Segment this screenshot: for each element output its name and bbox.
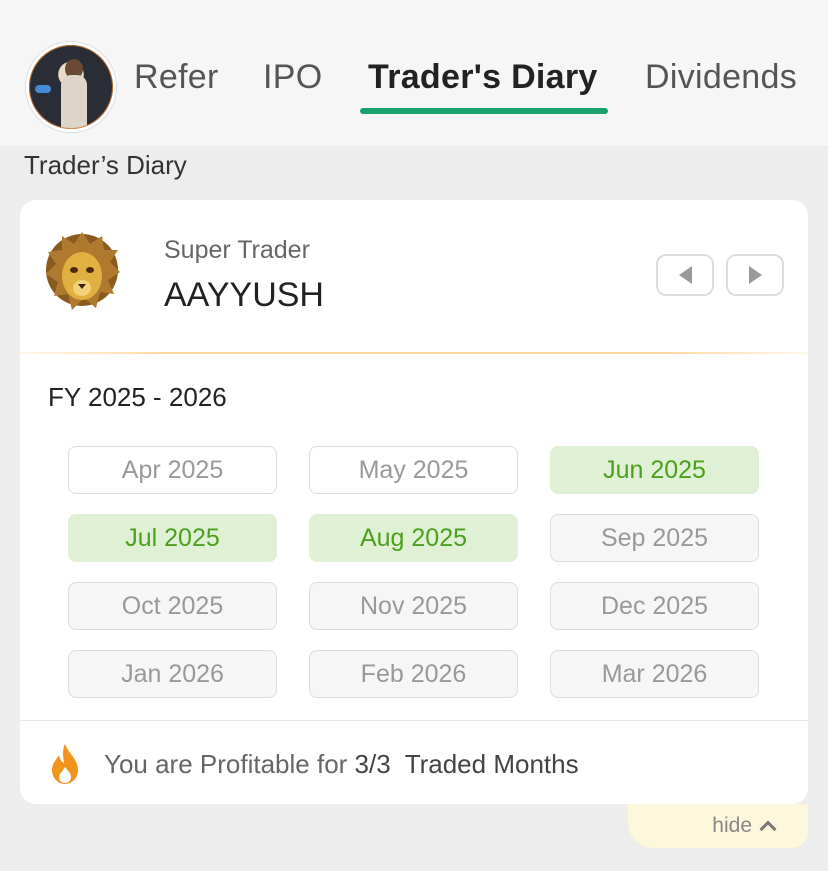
month-feb-2026[interactable]: Feb 2026 [309, 650, 518, 698]
summary-suffix: Traded Months [404, 749, 579, 779]
month-jan-2026[interactable]: Jan 2026 [68, 650, 277, 698]
fiscal-year-label: FY 2025 - 2026 [48, 382, 227, 412]
month-jun-2025[interactable]: Jun 2025 [550, 446, 759, 494]
active-tab-indicator [360, 108, 608, 114]
summary-count: 3/3 [354, 749, 391, 779]
next-arrow-icon [748, 266, 762, 284]
tab-traders-diary[interactable]: Trader's Diary [368, 58, 598, 97]
month-jul-2025[interactable]: Jul 2025 [68, 514, 277, 562]
section-title: Trader’s Diary [24, 150, 187, 180]
chevron-up-icon [759, 820, 777, 838]
prev-arrow-icon [678, 266, 692, 284]
tab-refer[interactable]: Refer [134, 58, 219, 97]
month-aug-2025[interactable]: Aug 2025 [309, 514, 518, 562]
profit-summary: You are Profitable for 3/3 Traded Months [104, 749, 579, 780]
hide-button[interactable]: hide [628, 804, 808, 848]
trader-name: AAYYUSH [164, 276, 324, 314]
month-apr-2025[interactable]: Apr 2025 [68, 446, 277, 494]
prev-button[interactable] [656, 254, 714, 296]
lion-icon [46, 232, 120, 310]
top-nav: Refer IPO Trader's Diary Dividends [0, 0, 828, 146]
month-dec-2025[interactable]: Dec 2025 [550, 582, 759, 630]
divider [20, 720, 808, 721]
month-mar-2026[interactable]: Mar 2026 [550, 650, 759, 698]
avatar[interactable] [26, 42, 116, 132]
divider [20, 352, 808, 354]
flame-icon [52, 744, 78, 784]
traders-diary-card: Super Trader AAYYUSH FY 2025 - 2026 Apr … [20, 200, 808, 804]
month-sep-2025[interactable]: Sep 2025 [550, 514, 759, 562]
tab-dividends[interactable]: Dividends [645, 58, 797, 97]
hide-label: hide [712, 814, 752, 837]
month-may-2025[interactable]: May 2025 [309, 446, 518, 494]
month-oct-2025[interactable]: Oct 2025 [68, 582, 277, 630]
next-button[interactable] [726, 254, 784, 296]
summary-prefix: You are Profitable for [104, 749, 348, 779]
trader-badge-label: Super Trader [164, 236, 310, 264]
tab-ipo[interactable]: IPO [263, 58, 322, 97]
month-grid: Apr 2025 May 2025 Jun 2025 Jul 2025 Aug … [68, 446, 760, 698]
month-nov-2025[interactable]: Nov 2025 [309, 582, 518, 630]
